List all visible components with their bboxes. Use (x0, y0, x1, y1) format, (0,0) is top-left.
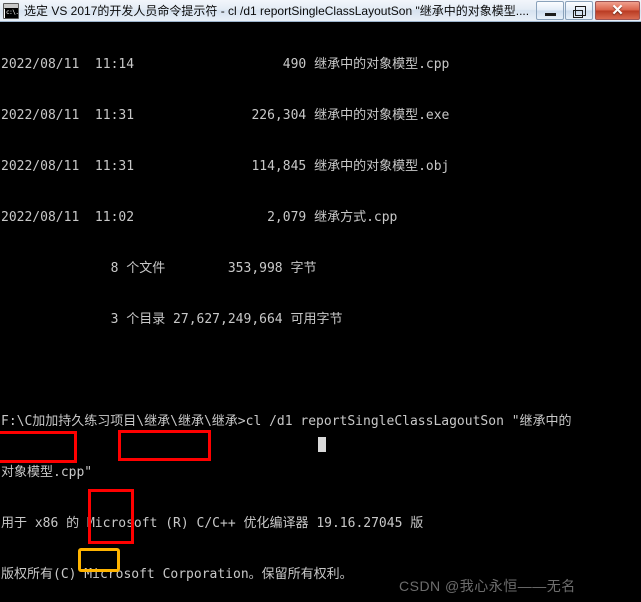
console-output[interactable]: 2022/08/11 11:14 490 继承中的对象模型.cpp 2022/0… (0, 22, 641, 602)
console-line: F:\C加加持久练习项目\继承\继承\继承>cl /d1 reportSingl… (1, 414, 572, 429)
window-title: 选定 VS 2017的开发人员命令提示符 - cl /d1 reportSing… (24, 3, 530, 18)
console-line: 2022/08/11 11:02 2,079 继承方式.cpp (1, 210, 398, 225)
restore-icon (573, 6, 586, 18)
close-button[interactable]: ✕ (595, 1, 640, 20)
close-icon: ✕ (611, 2, 624, 19)
title-bar[interactable]: 选定 VS 2017的开发人员命令提示符 - cl /d1 reportSing… (0, 0, 641, 22)
watermark: CSDN @我心永恒——无名 (399, 578, 576, 594)
text-cursor (318, 437, 326, 452)
console-window-icon (3, 2, 19, 19)
console-line: 对象模型.cpp" (1, 465, 93, 480)
window-controls: ✕ (535, 0, 640, 21)
console-line: 2022/08/11 11:31 114,845 继承中的对象模型.obj (1, 159, 450, 174)
console-window: 选定 VS 2017的开发人员命令提示符 - cl /d1 reportSing… (0, 0, 641, 602)
console-line: 2022/08/11 11:31 226,304 继承中的对象模型.exe (1, 108, 450, 123)
minimize-icon (545, 13, 556, 16)
minimize-button[interactable] (536, 1, 564, 20)
restore-button[interactable] (565, 1, 593, 20)
console-line: 3 个目录 27,627,249,664 可用字节 (1, 312, 343, 327)
console-line: 用于 x86 的 Microsoft (R) C/C++ 优化编译器 19.16… (1, 516, 424, 531)
console-line: 8 个文件 353,998 字节 (1, 261, 317, 276)
console-line: 2022/08/11 11:14 490 继承中的对象模型.cpp (1, 57, 450, 72)
